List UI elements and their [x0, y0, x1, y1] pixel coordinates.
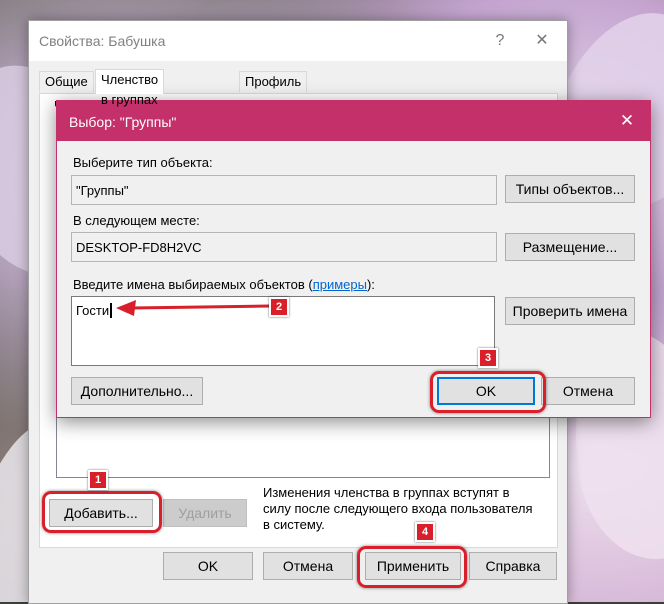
tab-profile[interactable]: Профиль: [239, 71, 308, 92]
location-field: DESKTOP-FD8H2VC: [71, 232, 497, 262]
close-icon[interactable]: ✕: [612, 110, 642, 132]
location-label: В следующем месте:: [73, 213, 200, 228]
check-names-button[interactable]: Проверить имена: [505, 297, 635, 325]
step-badge-3: 3: [478, 348, 498, 368]
tab-general[interactable]: Общие: [39, 71, 94, 92]
highlight-ring-apply: [357, 546, 467, 588]
object-type-field: "Группы": [71, 175, 497, 205]
remove-button: Удалить: [163, 499, 247, 527]
step-badge-2: 2: [269, 297, 289, 317]
examples-link[interactable]: примеры: [313, 277, 367, 292]
object-type-label: Выберите тип объекта:: [73, 155, 213, 170]
step-badge-1: 1: [88, 470, 108, 490]
names-label-suffix: ):: [366, 277, 375, 292]
names-label-prefix: Введите имена выбираемых объектов (: [73, 277, 313, 292]
membership-note: Изменения членства в группах вступят в с…: [263, 485, 533, 532]
dialog-cancel-button[interactable]: Отмена: [541, 377, 635, 405]
highlight-ring-add: [42, 491, 162, 533]
help-icon[interactable]: ?: [485, 29, 515, 53]
object-names-value: Гости: [76, 303, 110, 318]
step-badge-4: 4: [415, 522, 435, 542]
window-title: Свойства: Бабушка: [39, 33, 166, 49]
window-titlebar: Свойства: Бабушка ? ✕: [29, 21, 567, 61]
close-icon[interactable]: ✕: [527, 29, 557, 53]
highlight-ring-ok: [430, 371, 546, 413]
tab-group-membership[interactable]: Членство в группах: [95, 69, 165, 107]
ok-button[interactable]: OK: [163, 552, 253, 580]
arrow-icon: [116, 300, 271, 316]
advanced-button[interactable]: Дополнительно...: [71, 377, 203, 405]
cancel-button[interactable]: Отмена: [263, 552, 353, 580]
select-groups-dialog: Выбор: "Группы" ✕ Выберите тип объекта: …: [56, 100, 651, 418]
location-button[interactable]: Размещение...: [505, 233, 635, 261]
object-types-button[interactable]: Типы объектов...: [505, 175, 635, 203]
names-label: Введите имена выбираемых объектов (приме…: [73, 277, 375, 292]
dialog-title: Выбор: "Группы": [69, 114, 177, 130]
help-button[interactable]: Справка: [469, 552, 557, 580]
